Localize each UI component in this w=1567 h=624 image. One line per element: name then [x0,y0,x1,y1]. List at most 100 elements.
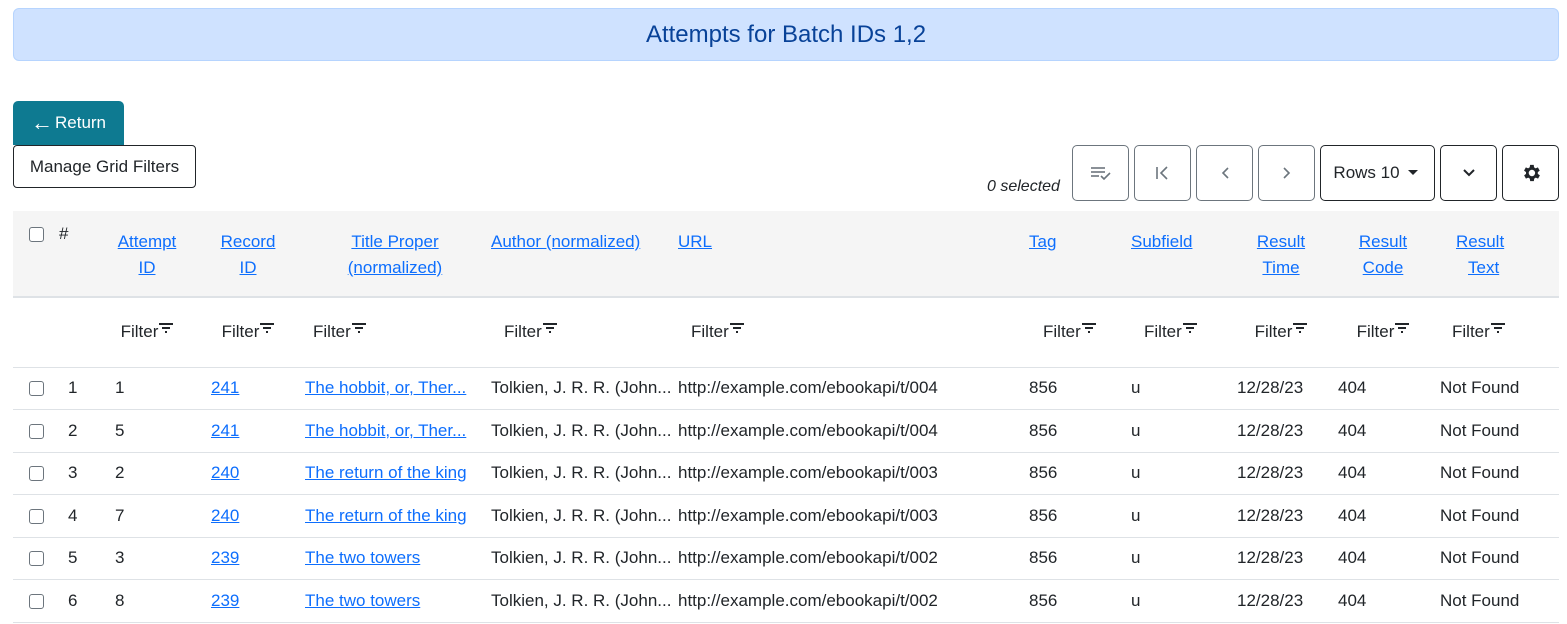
expand-button[interactable] [1440,145,1497,201]
table-row[interactable]: 1 1 241 The hobbit, or, Ther... Tolkien,… [13,367,1559,410]
cell-subfield: u [1131,505,1141,525]
row-checkbox[interactable] [28,508,44,524]
cell-result-code: 404 [1338,420,1367,440]
cell-result-code: 404 [1338,378,1367,398]
caret-down-icon [1407,170,1418,175]
title-link[interactable]: The hobbit, or, Ther... [305,378,466,397]
record-id-link[interactable]: 239 [211,591,239,610]
manage-grid-filters-button[interactable]: Manage Grid Filters [13,145,196,188]
column-header-author[interactable]: Author (normalized) [491,232,640,251]
cell-url: http://example.com/ebookapi/t/003 [678,463,938,483]
column-header-subfield[interactable]: Subfield [1131,232,1192,251]
return-button[interactable]: ← Return [13,101,124,145]
title-link[interactable]: The hobbit, or, Ther... [305,421,466,440]
title-link[interactable]: The two towers [305,591,420,610]
cell-tag: 856 [1029,420,1058,440]
cell-result-text: Not Found [1440,505,1520,525]
first-page-icon [1155,166,1168,180]
select-list-button[interactable] [1072,145,1129,201]
title-link[interactable]: The return of the king [305,506,467,525]
filter-attempt-id[interactable]: Filter [99,297,195,367]
select-list-icon [1090,167,1111,181]
page-title: Attempts for Batch IDs 1,2 [645,20,927,48]
cell-result-code: 404 [1338,590,1367,610]
row-number: 6 [68,590,78,610]
record-id-link[interactable]: 241 [211,378,239,397]
record-id-link[interactable]: 240 [211,463,239,482]
row-number-header: # [59,224,69,243]
record-id-link[interactable]: 239 [211,548,239,567]
record-id-link[interactable]: 241 [211,421,239,440]
column-header-record-id[interactable]: Record ID [221,232,276,277]
filter-author[interactable]: Filter [489,297,677,367]
cell-result-time: 12/28/23 [1237,590,1304,610]
table-row[interactable]: 6 8 239 The two towers Tolkien, J. R. R.… [13,580,1559,622]
cell-author: Tolkien, J. R. R. (John... [491,505,672,525]
cell-author: Tolkien, J. R. R. (John... [491,548,672,568]
record-id-link[interactable]: 240 [211,506,239,525]
first-page-button[interactable] [1134,145,1191,201]
cell-result-time: 12/28/23 [1237,548,1304,568]
cell-author: Tolkien, J. R. R. (John... [491,463,672,483]
table-row[interactable]: 4 7 240 The return of the king Tolkien, … [13,495,1559,537]
cell-url: http://example.com/ebookapi/t/003 [678,505,938,525]
settings-button[interactable] [1502,145,1559,201]
cell-result-text: Not Found [1440,548,1520,568]
table-row[interactable]: 5 3 239 The two towers Tolkien, J. R. R.… [13,537,1559,580]
column-header-attempt-id[interactable]: Attempt ID [118,232,177,277]
row-checkbox[interactable] [28,466,44,482]
column-header-result-code[interactable]: Result Code [1359,232,1407,277]
filter-icon [351,323,366,334]
row-checkbox[interactable] [28,423,44,439]
row-checkbox[interactable] [28,551,44,567]
cell-tag: 856 [1029,590,1058,610]
cell-attempt-id: 3 [115,548,125,568]
next-page-button[interactable] [1258,145,1315,201]
cell-attempt-id: 5 [115,420,125,440]
column-header-result-text[interactable]: Result Text [1456,232,1504,277]
header-row: # Attempt ID Record ID Title Proper (normal… [13,211,1559,297]
cell-attempt-id: 2 [115,463,125,483]
filter-url[interactable]: Filter [677,297,1029,367]
filter-icon [159,323,174,334]
filter-tag[interactable]: Filter [1029,297,1127,367]
cell-result-code: 404 [1338,505,1367,525]
cell-tag: 856 [1029,463,1058,483]
rows-per-page-dropdown[interactable]: Rows 10 [1320,145,1435,201]
row-number: 3 [68,463,78,483]
filter-title-proper[interactable]: Filter [301,297,489,367]
column-header-url[interactable]: URL [678,232,712,251]
cell-result-time: 12/28/23 [1237,378,1304,398]
gear-icon [1523,164,1540,182]
filter-record-id[interactable]: Filter [195,297,301,367]
filter-result-text[interactable]: Filter [1434,297,1559,367]
cell-tag: 856 [1029,548,1058,568]
cell-attempt-id: 8 [115,590,125,610]
row-number: 1 [68,378,78,398]
column-header-title-proper[interactable]: Title Proper (normalized) [348,232,442,277]
cell-url: http://example.com/ebookapi/t/004 [678,378,938,398]
select-all-checkbox[interactable] [28,227,44,243]
title-link[interactable]: The return of the king [305,463,467,482]
table-row[interactable]: 2 5 241 The hobbit, or, Ther... Tolkien,… [13,410,1559,452]
cell-attempt-id: 7 [115,505,125,525]
cell-result-time: 12/28/23 [1237,463,1304,483]
filter-result-time[interactable]: Filter [1230,297,1332,367]
attempts-grid: # Attempt ID Record ID Title Proper (normal… [13,211,1559,623]
title-link[interactable]: The two towers [305,548,420,567]
column-header-tag[interactable]: Tag [1029,232,1056,251]
table-row[interactable]: 3 2 240 The return of the king Tolkien, … [13,452,1559,495]
filter-icon [1395,323,1410,334]
column-header-result-time[interactable]: Result Time [1257,232,1305,277]
filter-subfield[interactable]: Filter [1127,297,1230,367]
filter-row: Filter Filter Filter Filter Filter Filte… [13,297,1559,367]
next-page-icon [1282,167,1290,179]
row-checkbox[interactable] [28,593,44,609]
row-checkbox[interactable] [28,381,44,397]
row-number: 4 [68,505,78,525]
previous-page-button[interactable] [1196,145,1253,201]
return-label: Return [54,113,107,132]
cell-subfield: u [1131,420,1141,440]
cell-result-text: Not Found [1440,378,1520,398]
filter-result-code[interactable]: Filter [1332,297,1434,367]
